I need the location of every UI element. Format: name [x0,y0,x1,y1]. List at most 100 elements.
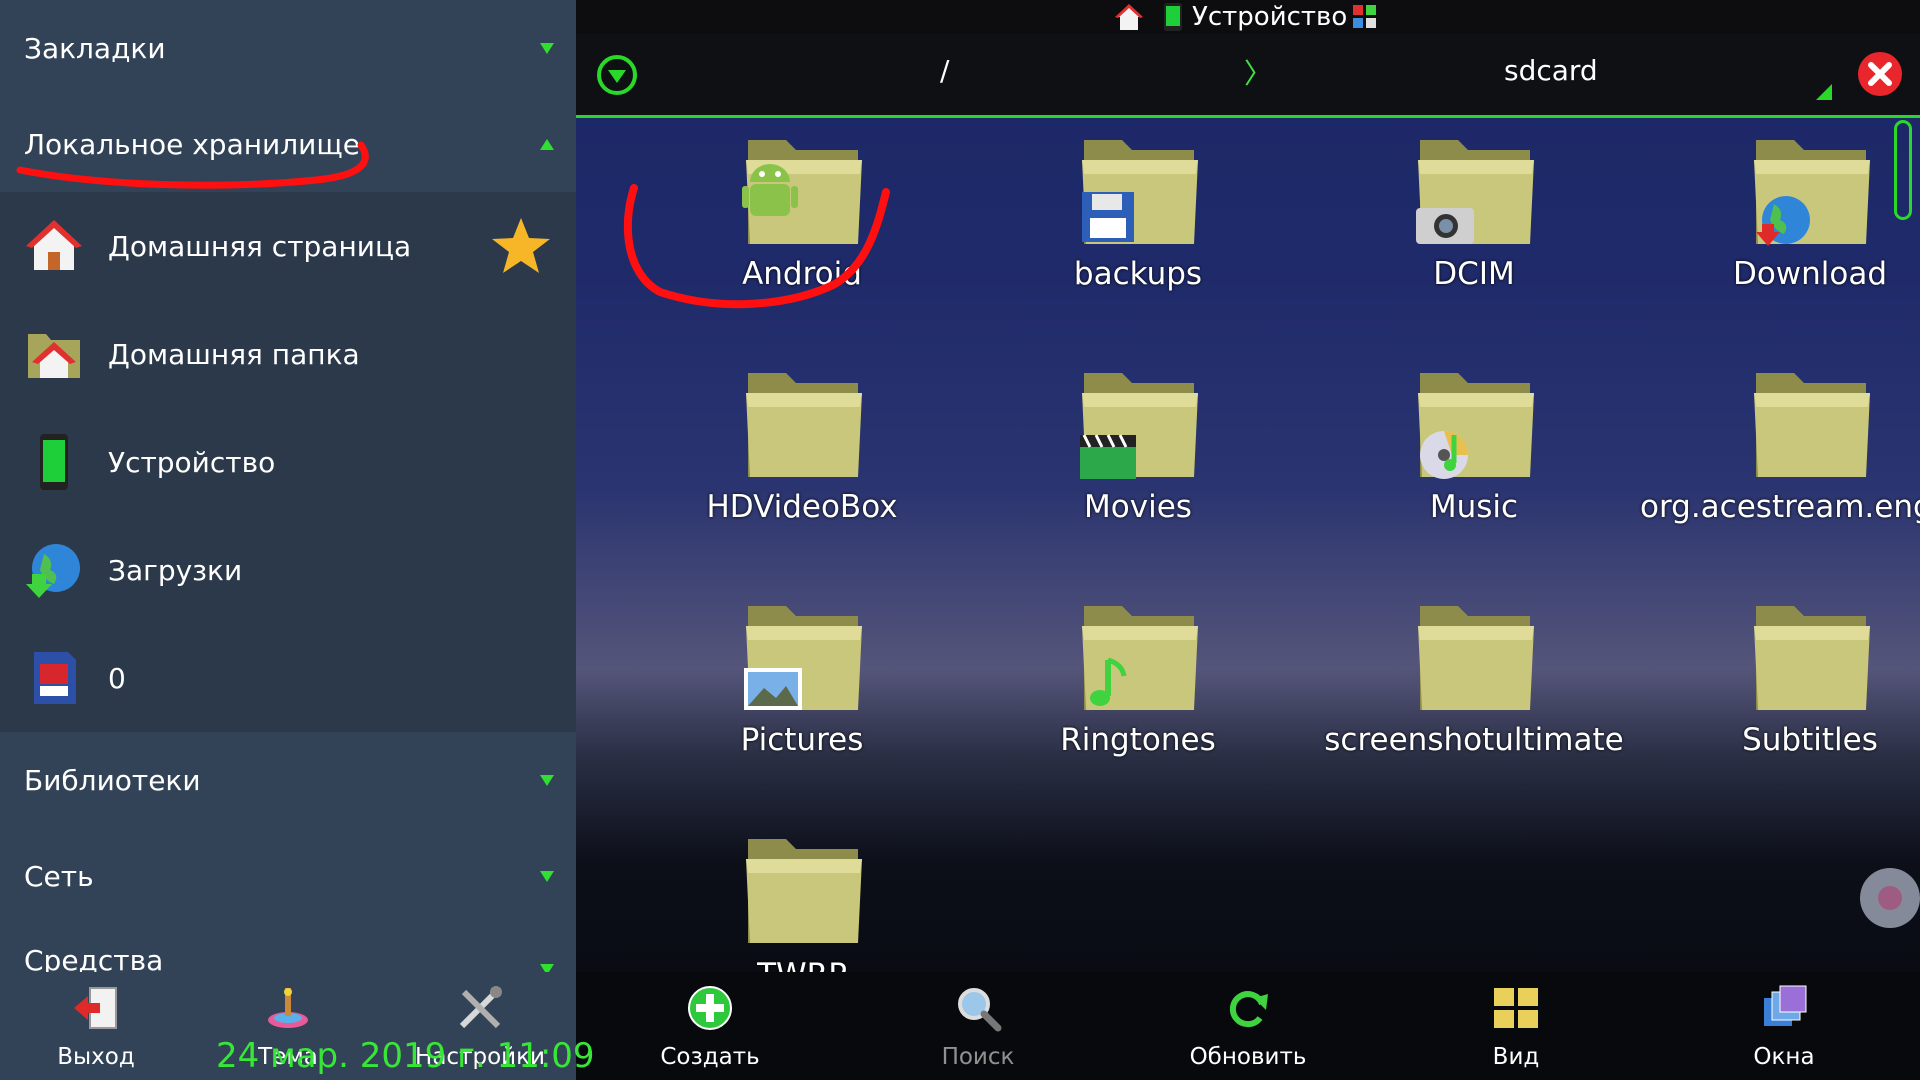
floating-assistive-button[interactable] [1860,868,1920,928]
folder-name: Subtitles [1742,722,1878,758]
chevron-down-icon [540,964,554,972]
window-title: Устройство [1192,2,1348,32]
local-storage-label: Локальное хранилище [24,127,360,161]
libraries-label: Библиотеки [24,763,201,797]
chevron-down-icon [540,42,554,54]
sidebar-item-label: Устройство [108,445,276,479]
scrollbar-thumb[interactable] [1894,120,1912,220]
breadcrumb-current[interactable]: sdcard [1504,54,1598,87]
network-label: Сеть [24,859,94,893]
address-bar: / 〉 sdcard [576,34,1920,118]
breadcrumb-root[interactable]: / [940,54,949,87]
folder-item[interactable]: org.acestream.engine [1640,365,1920,565]
folder-name: Pictures [740,722,864,758]
local-storage-section[interactable]: Локальное хранилище [0,96,576,192]
folder-name: HDVideoBox [706,489,898,525]
windows-grid-icon[interactable] [1352,4,1378,30]
sidebar-item-label: Домашняя страница [108,229,412,263]
folder-item[interactable]: backups [978,132,1298,332]
sidebar: Закладки Локальное хранилище Домашняя ст… [0,0,576,1080]
chevron-up-icon [540,138,554,150]
folder-name: Android [742,256,862,292]
folder-item[interactable]: Pictures [642,598,962,798]
folder-icon [1418,606,1534,710]
bookmarks-section[interactable]: Закладки [0,0,576,96]
folder-item[interactable]: Ringtones [978,598,1298,798]
local-storage-list: Домашняя страница Домашняя папка Устройс… [0,192,576,732]
view-grid-icon [1494,988,1538,1028]
windows-icon [1764,985,1807,1026]
folder-icon [742,140,862,244]
windows-label: Окна [1753,1044,1815,1070]
folder-item[interactable]: Music [1314,365,1634,565]
dropdown-circle-icon[interactable] [596,54,638,96]
file-browser-pane: Устройство / 〉 sdcard Android backups DCIM… [576,0,1920,1080]
folder-item[interactable]: Download [1650,132,1920,332]
exit-label: Выход [57,1044,135,1070]
search-button[interactable]: Поиск [888,972,1068,1080]
folder-item[interactable]: HDVideoBox [642,365,962,565]
refresh-label: Обновить [1189,1044,1307,1070]
folder-item[interactable]: Android [642,132,962,332]
folder-name: backups [1073,256,1203,292]
close-icon[interactable] [1856,50,1904,98]
sidebar-item-label: 0 [108,661,126,695]
folder-icon [1754,606,1870,710]
folder-item[interactable]: Subtitles [1650,598,1920,798]
home-icon [26,220,82,270]
folder-item[interactable]: Movies [978,365,1298,565]
sidebar-item-label: Загрузки [108,553,243,587]
settings-tools-icon [459,986,502,1029]
folder-icon [1082,606,1198,710]
phone-icon [40,434,68,490]
search-icon [958,988,1002,1032]
bookmarks-label: Закладки [24,31,166,65]
home-icon[interactable] [1114,2,1144,32]
create-label: Создать [660,1044,760,1070]
folder-icon [1418,373,1534,479]
phone-icon [1164,3,1182,31]
main-toolbar: Создать Поиск Обновить Вид Окна [576,972,1920,1080]
sidebar-item-sdcard[interactable]: 0 [0,624,576,732]
create-button[interactable]: Создать [620,972,800,1080]
folder-name: Download [1732,256,1888,292]
chevron-down-icon [540,870,554,882]
folder-icon [746,373,862,477]
folder-item[interactable]: screenshotultimate [1314,598,1634,798]
view-label: Вид [1492,1044,1540,1070]
windows-button[interactable]: Окна [1694,972,1874,1080]
folder-icon [1416,140,1534,244]
folder-name: org.acestream.engine [1639,489,1920,525]
datetime-overlay: 24 мар. 2019 г. 11:09 [216,1036,595,1076]
window-title-bar: Устройство [576,0,1920,34]
network-section[interactable]: Сеть [0,828,576,924]
sidebar-item-downloads[interactable]: Загрузки [0,516,576,624]
exit-icon [74,987,117,1029]
breadcrumb-separator: 〉 [1244,57,1273,90]
folder-name: Movies [1084,489,1192,525]
folder-name: screenshotultimate [1324,722,1624,758]
refresh-button[interactable]: Обновить [1158,972,1338,1080]
folder-item[interactable]: DCIM [1314,132,1634,332]
chevron-down-icon [540,774,554,786]
star-icon[interactable] [490,216,552,276]
folder-icon [1754,373,1870,477]
tools-section[interactable]: Средства [0,924,576,972]
libraries-section[interactable]: Библиотеки [0,732,576,828]
view-button[interactable]: Вид [1426,972,1606,1080]
folder-name: DCIM [1433,256,1515,292]
sidebar-item-home-folder[interactable]: Домашняя папка [0,300,576,408]
sidebar-item-home-page[interactable]: Домашняя страница [0,192,576,300]
sidebar-item-device[interactable]: Устройство [0,408,576,516]
folder-name: Ringtones [1060,722,1216,758]
sidebar-item-label: Домашняя папка [108,337,360,371]
folder-name: Music [1429,489,1519,525]
globe-download-icon [26,544,80,598]
folder-icon [1082,140,1198,244]
corner-triangle-icon [1816,84,1832,100]
refresh-icon [1229,991,1268,1028]
search-label: Поиск [941,1044,1015,1070]
exit-button[interactable]: Выход [0,972,192,1080]
folder-icon [746,839,862,943]
sd-card-icon [34,652,76,704]
